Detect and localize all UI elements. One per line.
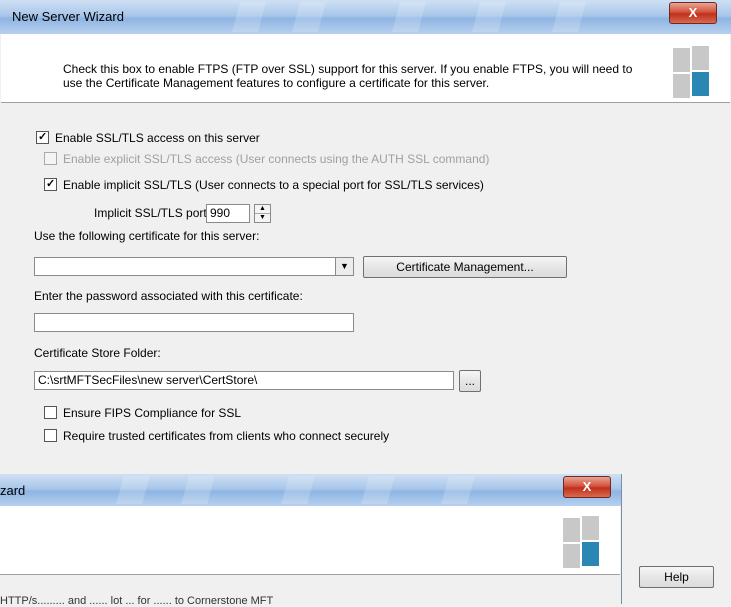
fips-checkbox[interactable]: Ensure FIPS Compliance for SSL [44, 406, 241, 420]
header-description: Check this box to enable FTPS (FTP over … [63, 62, 633, 90]
overlay-close-button[interactable]: X [563, 476, 611, 498]
explicit-ssl-checkbox[interactable]: Enable explicit SSL/TLS access (User con… [44, 152, 489, 166]
spin-down-icon[interactable]: ▼ [255, 214, 270, 222]
titlebar-decoration [391, 2, 427, 32]
explicit-ssl-label: Enable explicit SSL/TLS access (User con… [63, 152, 490, 166]
overlay-wizard-header [0, 506, 620, 575]
checkbox-icon[interactable] [36, 131, 49, 144]
checkbox-icon[interactable] [44, 429, 57, 442]
store-folder-input[interactable]: C:\srtMFTSecFiles\new server\CertStore\ [34, 371, 454, 390]
overlay-truncated-text: HTTP/s......... and ...... lot ... for .… [0, 595, 274, 607]
implicit-port-input[interactable]: 990 [206, 204, 250, 223]
enable-ssl-label: Enable SSL/TLS access on this server [55, 131, 260, 145]
implicit-port-label: Implicit SSL/TLS port: [94, 206, 211, 220]
title-bar[interactable]: New Server Wizard X [0, 0, 731, 34]
certificate-select[interactable]: ▼ [34, 257, 354, 276]
titlebar-decoration [551, 2, 587, 32]
wizard-header: Check this box to enable FTPS (FTP over … [1, 34, 730, 103]
help-button[interactable]: Help [639, 566, 714, 588]
checkbox-icon[interactable] [44, 406, 57, 419]
titlebar-decoration [441, 476, 475, 504]
certificate-management-button[interactable]: Certificate Management... [363, 256, 567, 278]
spin-up-icon[interactable]: ▲ [255, 205, 270, 214]
windows-logo-icon [563, 516, 601, 568]
trusted-certs-label: Require trusted certificates from client… [63, 429, 390, 443]
fips-label: Ensure FIPS Compliance for SSL [63, 406, 242, 420]
implicit-ssl-label: Enable implicit SSL/TLS (User connects t… [63, 178, 484, 192]
checkbox-icon[interactable] [44, 152, 57, 165]
browse-button[interactable]: ... [459, 370, 481, 392]
overlay-window-title: zard [0, 483, 26, 498]
chevron-down-icon[interactable]: ▼ [335, 258, 353, 275]
implicit-ssl-checkbox[interactable]: Enable implicit SSL/TLS (User connects t… [44, 178, 484, 192]
titlebar-decoration [361, 476, 395, 504]
overlay-title-bar[interactable]: zard X [0, 474, 621, 506]
window-title: New Server Wizard [12, 9, 124, 24]
windows-logo-icon [673, 46, 711, 98]
password-input[interactable] [34, 313, 354, 332]
close-icon: X [582, 479, 592, 494]
titlebar-decoration [291, 2, 327, 32]
implicit-port-stepper[interactable]: ▲ ▼ [254, 204, 271, 223]
titlebar-decoration [231, 2, 267, 32]
overlay-wizard-window: zard X HTTP/s......... and ...... lot ..… [0, 474, 622, 607]
password-label: Enter the password associated with this … [34, 289, 303, 303]
titlebar-decoration [181, 476, 215, 504]
trusted-certs-checkbox[interactable]: Require trusted certificates from client… [44, 429, 389, 443]
enable-ssl-checkbox[interactable]: Enable SSL/TLS access on this server [36, 131, 260, 145]
titlebar-decoration [281, 476, 315, 504]
close-icon: X [688, 5, 698, 20]
certificate-label: Use the following certificate for this s… [34, 229, 260, 243]
checkbox-icon[interactable] [44, 178, 57, 191]
store-folder-label: Certificate Store Folder: [34, 346, 161, 360]
close-button[interactable]: X [669, 2, 717, 24]
titlebar-decoration [471, 2, 507, 32]
titlebar-decoration [116, 476, 150, 504]
